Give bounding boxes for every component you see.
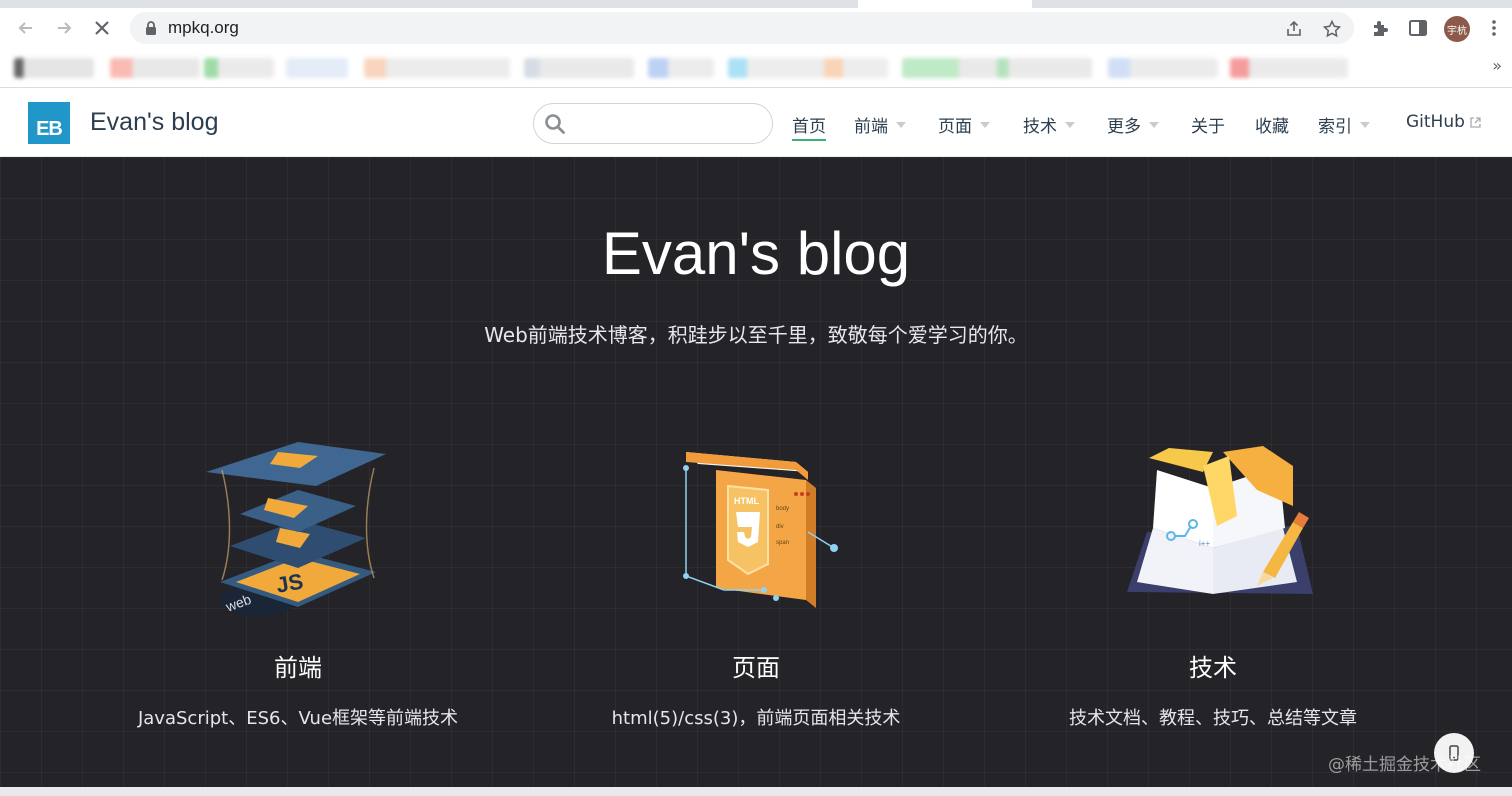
share-icon[interactable] [1284, 19, 1304, 39]
bookmark-item[interactable] [648, 58, 714, 78]
svg-text:HTML: HTML [734, 496, 759, 506]
address-bar[interactable]: mpkq.org [130, 12, 1354, 44]
nav-item-pages[interactable]: 页面 [938, 112, 990, 137]
search-input[interactable] [574, 110, 764, 138]
feature-title: 技术 [1189, 654, 1237, 682]
bookmarks-bar: » [0, 48, 1512, 88]
feature-title: 前端 [274, 654, 322, 682]
html5-illustration-icon: HTML body div span [683, 452, 838, 608]
bookmark-item[interactable] [364, 58, 510, 78]
nav-item-favorites[interactable]: 收藏 [1255, 112, 1289, 137]
nav-item-label: 页面 [938, 117, 972, 137]
site-title[interactable]: Evan's blog [90, 108, 218, 137]
extensions-icon[interactable] [1370, 17, 1392, 39]
nav-item-frontend[interactable]: 前端 [854, 112, 906, 137]
bookmark-item[interactable] [110, 58, 200, 78]
site-logo[interactable]: EB [28, 102, 70, 144]
bookmark-item[interactable] [1230, 58, 1348, 78]
external-link-icon [1470, 116, 1481, 128]
nav-item-label: 更多 [1107, 117, 1141, 137]
url-text[interactable]: mpkq.org [168, 18, 239, 38]
svg-text:body: body [776, 506, 789, 512]
js-layers-illustration-icon: web JS [206, 442, 386, 616]
nav-item-index[interactable]: 索引 [1318, 112, 1370, 137]
watermark-text: @稀土掘金技术社区 [1328, 755, 1481, 775]
browser-menu-icon[interactable] [1483, 17, 1505, 39]
search-box[interactable] [533, 103, 773, 144]
chevron-right-icon[interactable]: » [1492, 56, 1502, 75]
bookmark-item[interactable] [204, 58, 274, 78]
nav-item-label: 前端 [854, 117, 888, 137]
active-tab[interactable] [858, 0, 1032, 8]
feature-description: JavaScript、ES6、Vue框架等前端技术 [137, 708, 459, 729]
book-pencil-illustration-icon: i++ [1127, 446, 1313, 594]
bookmark-item[interactable] [1108, 58, 1218, 78]
hero-title: Evan's blog [601, 220, 911, 287]
back-icon[interactable] [14, 16, 38, 40]
forward-icon[interactable] [52, 16, 76, 40]
lock-icon[interactable] [144, 20, 158, 36]
nav-item-label: 索引 [1318, 117, 1352, 137]
nav-item-tech[interactable]: 技术 [1023, 112, 1075, 137]
page-bottom-edge [0, 787, 1512, 796]
nav-item-more[interactable]: 更多 [1107, 112, 1159, 137]
bookmark-item[interactable] [524, 58, 634, 78]
dropdown-caret-icon [1065, 122, 1075, 128]
nav-item-about[interactable]: 关于 [1191, 112, 1225, 137]
dropdown-caret-icon [980, 122, 990, 128]
nav-item-label: GitHub [1406, 112, 1465, 132]
svg-text:div: div [776, 524, 784, 530]
profile-avatar[interactable]: 宇杭 [1444, 16, 1470, 42]
tab-strip [0, 0, 1512, 8]
browser-toolbar: mpkq.org 宇杭 [0, 8, 1512, 48]
browser-chrome: mpkq.org 宇杭 » [0, 0, 1512, 88]
svg-text:JS: JS [274, 568, 305, 597]
bookmark-star-icon[interactable] [1322, 19, 1342, 39]
bookmark-item[interactable] [728, 58, 888, 78]
svg-text:span: span [776, 540, 789, 546]
site-navbar: EB Evan's blog 首页 前端 页面 技术 更多 关于 收藏 索引 G… [0, 88, 1512, 157]
dropdown-caret-icon [896, 122, 906, 128]
dropdown-caret-icon [1360, 122, 1370, 128]
feature-description: 技术文档、教程、技巧、总结等文章 [1069, 708, 1357, 729]
hero-section: Evan's blog Web前端技术博客，积跬步以至千里，致敬每个爱学习的你。… [0, 157, 1512, 787]
bookmark-item[interactable] [902, 58, 1092, 78]
bookmark-item[interactable] [286, 58, 348, 78]
hero-description: Web前端技术博客，积跬步以至千里，致敬每个爱学习的你。 [484, 323, 1028, 347]
side-panel-icon[interactable] [1407, 17, 1429, 39]
feature-title: 页面 [732, 654, 780, 682]
stop-loading-icon[interactable] [90, 16, 114, 40]
dropdown-caret-icon [1149, 122, 1159, 128]
nav-item-home[interactable]: 首页 [792, 112, 826, 141]
search-icon [545, 114, 565, 134]
nav-item-label: 技术 [1023, 117, 1057, 137]
feature-description: html(5)/css(3)，前端页面相关技术 [611, 708, 901, 729]
nav-item-github[interactable]: GitHub [1406, 112, 1482, 132]
svg-text:i++: i++ [1199, 539, 1210, 548]
bookmark-item[interactable] [14, 58, 94, 78]
